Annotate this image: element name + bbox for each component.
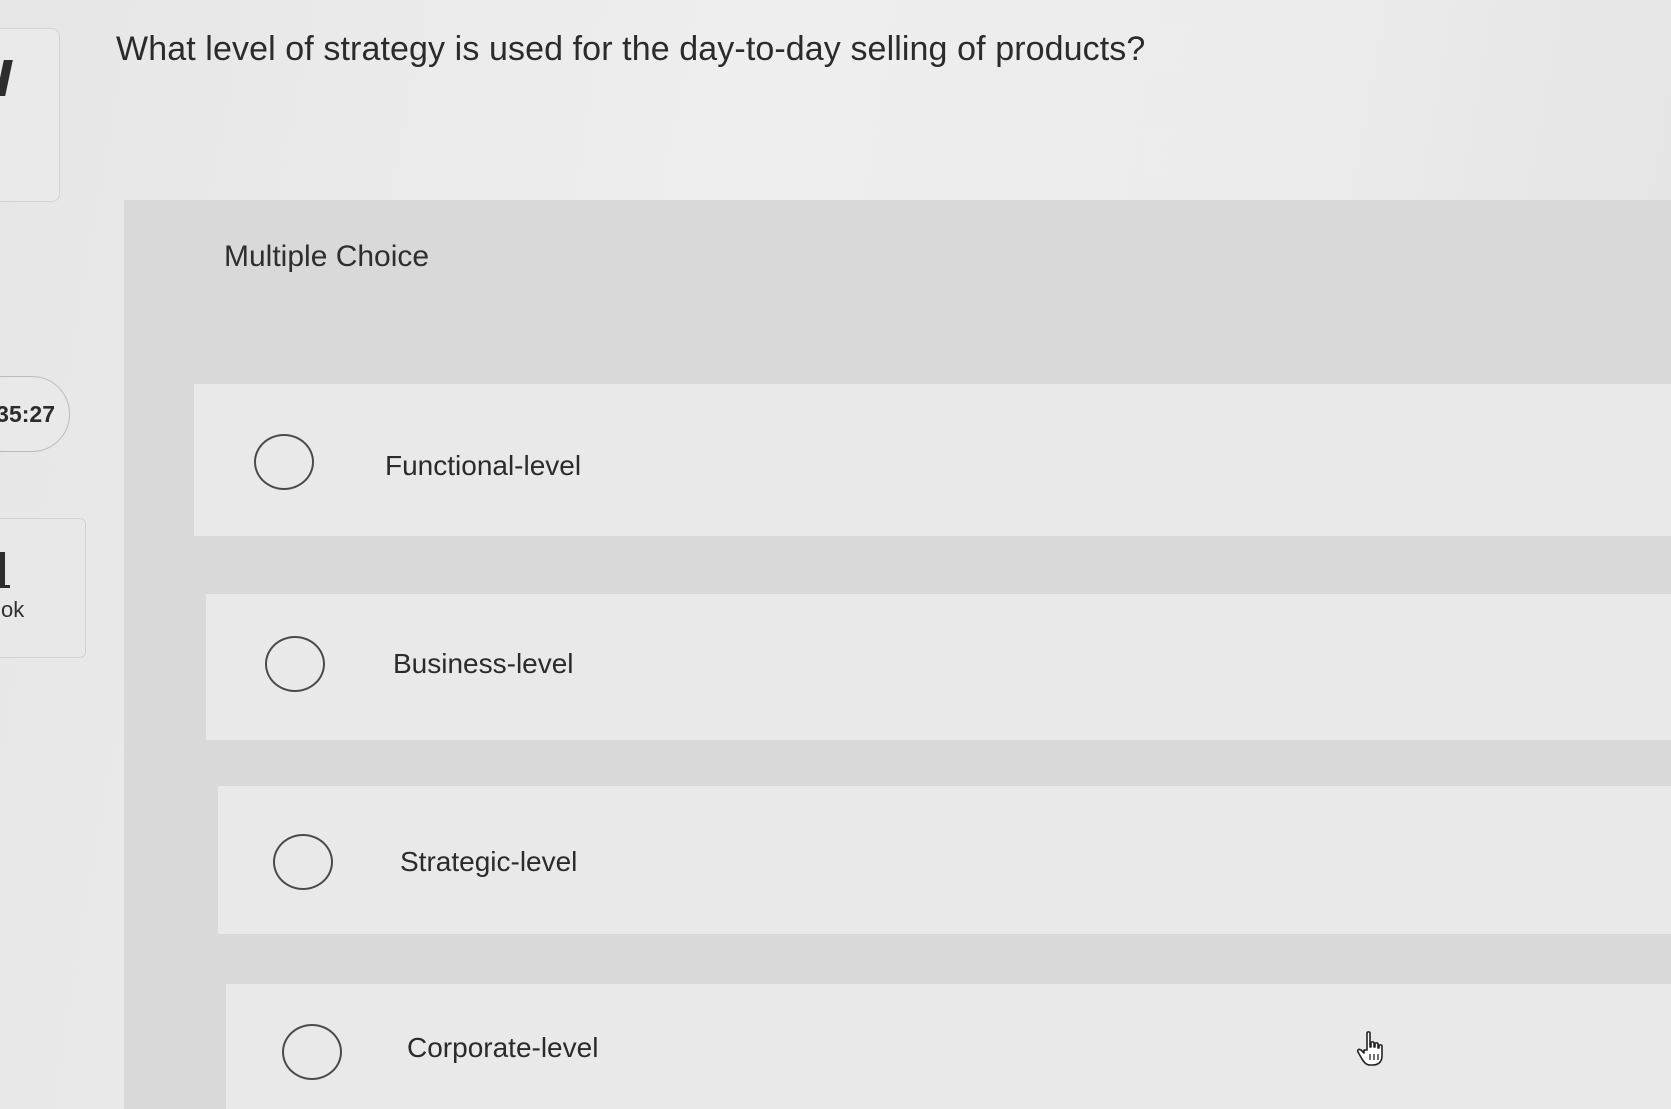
question-prompt: What level of strategy is used for the d… [116,30,1146,68]
answer-option-functional[interactable]: Functional-level [194,384,1671,536]
answer-option-label: Business-level [393,648,574,679]
radio-circle-icon[interactable] [265,636,325,692]
answer-option-label: Strategic-level [400,846,578,877]
timer-text: 35:27 [0,400,55,427]
answer-option-corporate[interactable]: Corporate-level [226,984,1671,1109]
book-icon [0,552,10,588]
ebook-label: ok [1,597,25,622]
timer-badge: 35:27 [0,376,70,452]
radio-circle-icon[interactable] [282,1024,342,1080]
hand-pointer-icon [1356,1031,1383,1066]
radio-circle-icon[interactable] [273,834,333,890]
radio-circle-icon[interactable] [254,434,314,490]
ebook-button[interactable] [0,518,86,658]
answer-option-label: Functional-level [385,450,582,481]
sidebar-card-top[interactable] [0,28,60,202]
answer-option-business[interactable]: Business-level [206,594,1671,740]
answer-option-label: Corporate-level [407,1032,599,1063]
question-type-label: Multiple Choice [224,240,430,273]
answer-option-strategic[interactable]: Strategic-level [218,786,1671,934]
